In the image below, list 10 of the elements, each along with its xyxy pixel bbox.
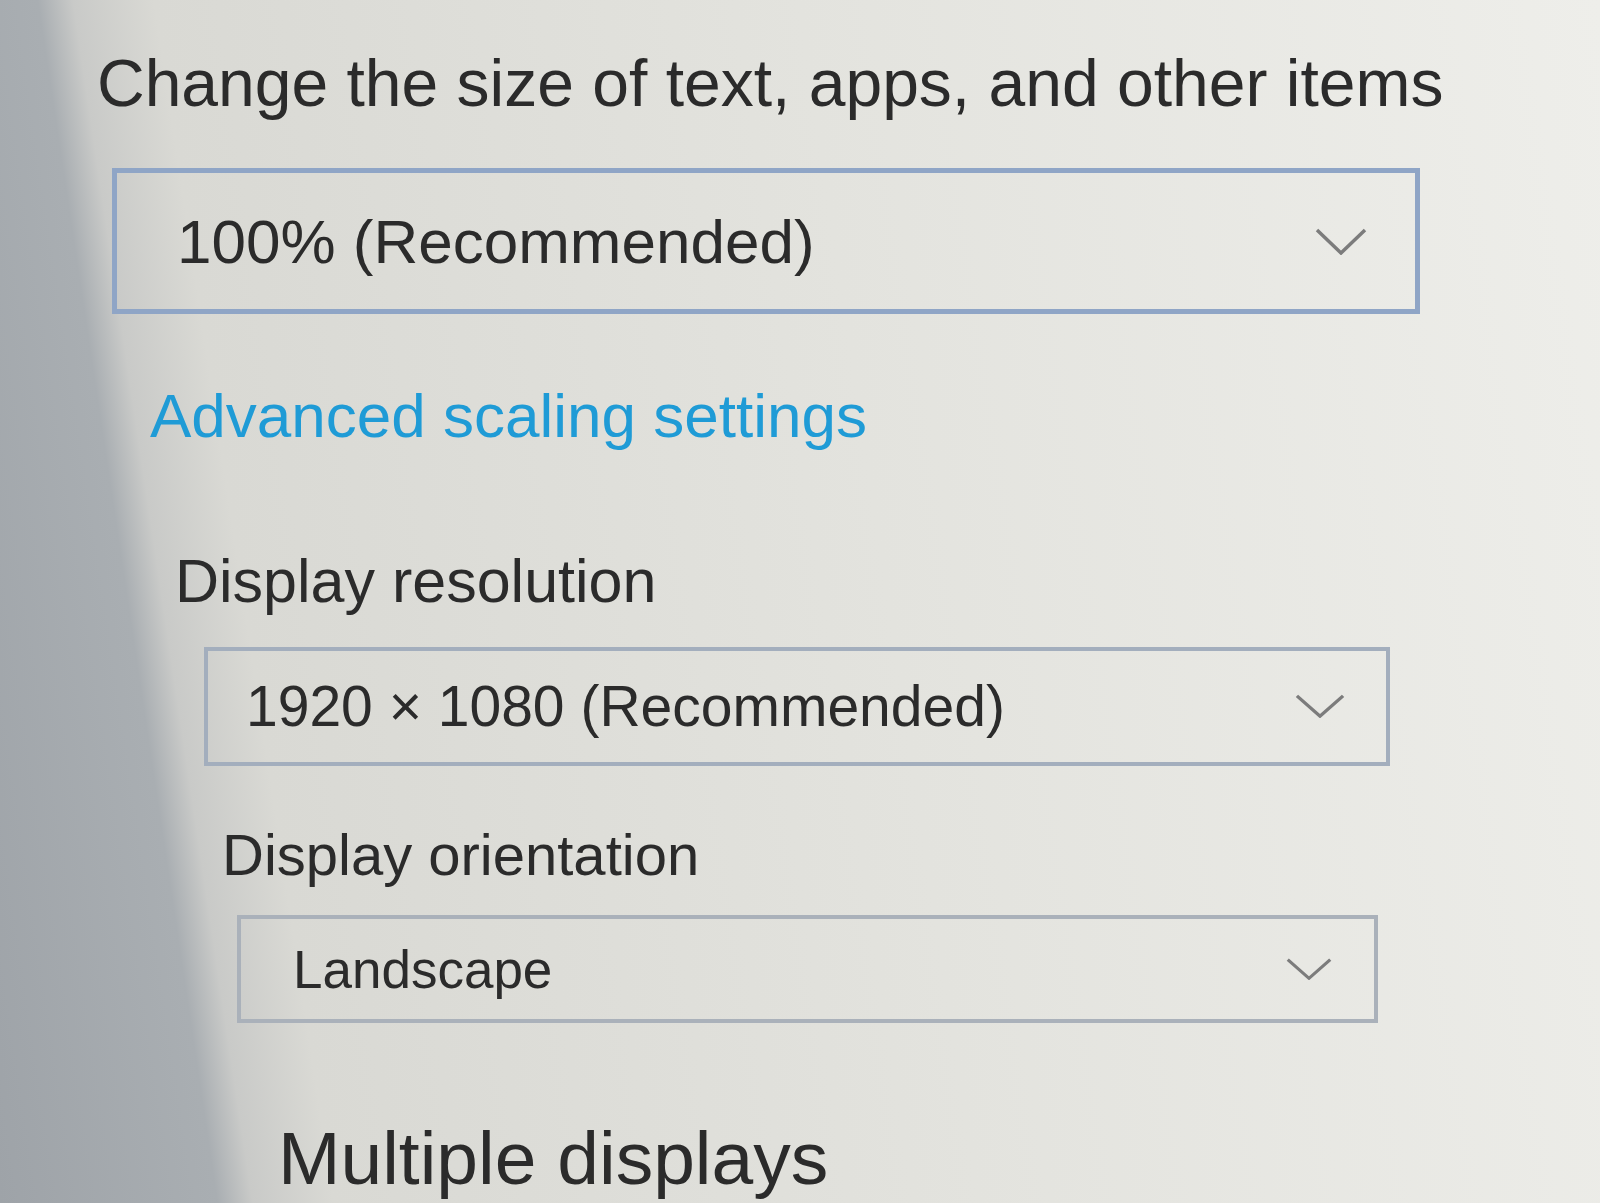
dropdown[interactable]: Landscape [237, 915, 1378, 1024]
field-label: Display orientation [222, 820, 700, 889]
section-heading: Change the size of text, apps, and other items [97, 45, 1444, 122]
section-heading: Multiple displays [278, 1115, 829, 1202]
field-label: Display resolution [175, 545, 657, 617]
dropdown[interactable]: 100% (Recommended) [112, 168, 1420, 315]
chevron-down-icon [1286, 958, 1332, 981]
chevron-down-icon [1315, 227, 1367, 255]
chevron-down-icon [1295, 694, 1345, 719]
dropdown[interactable]: 1920 × 1080 (Recommended) [204, 646, 1390, 766]
